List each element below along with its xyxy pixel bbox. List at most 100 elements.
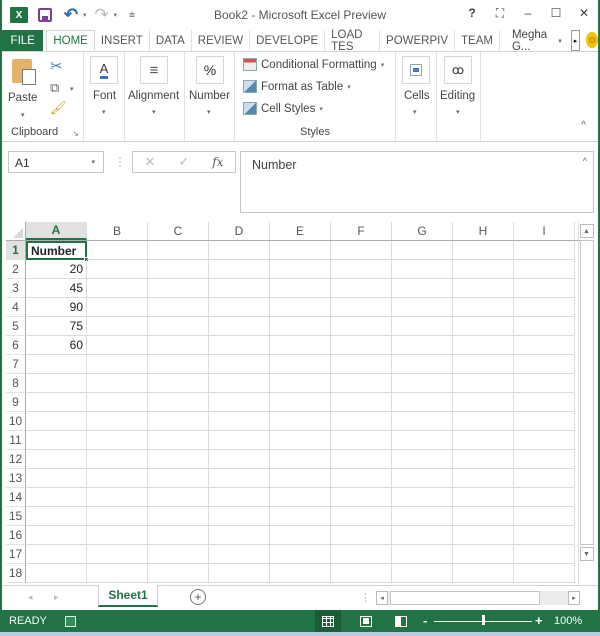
- cell-G5[interactable]: [392, 317, 453, 336]
- minimize-button[interactable]: –: [520, 4, 536, 22]
- cell-F15[interactable]: [331, 507, 392, 526]
- cell-B4[interactable]: [87, 298, 148, 317]
- cell-I3[interactable]: [514, 279, 575, 298]
- cell-E3[interactable]: [270, 279, 331, 298]
- cell-I18[interactable]: [514, 564, 575, 583]
- cell-F2[interactable]: [331, 260, 392, 279]
- scroll-down-button[interactable]: ▼: [579, 547, 594, 561]
- customize-qat-icon[interactable]: ⩧: [121, 4, 143, 26]
- cell-H3[interactable]: [453, 279, 514, 298]
- cut-icon[interactable]: ✂: [50, 57, 63, 75]
- vertical-scroll-thumb[interactable]: [579, 240, 594, 545]
- number-group[interactable]: % Number ▾: [185, 52, 235, 141]
- horizontal-scroll-thumb[interactable]: [390, 591, 540, 605]
- cell-C13[interactable]: [148, 469, 209, 488]
- cell-G18[interactable]: [392, 564, 453, 583]
- cell-A8[interactable]: [26, 374, 87, 393]
- cell-H2[interactable]: [453, 260, 514, 279]
- undo-dropdown-icon[interactable]: ▾: [83, 11, 87, 19]
- column-header[interactable]: D: [209, 222, 270, 240]
- cell-H10[interactable]: [453, 412, 514, 431]
- column-header[interactable]: H: [453, 222, 514, 240]
- cell-H15[interactable]: [453, 507, 514, 526]
- cell-B5[interactable]: [87, 317, 148, 336]
- enter-icon[interactable]: ✓: [178, 154, 189, 170]
- tab-insert[interactable]: INSERT: [95, 30, 150, 51]
- cell-H8[interactable]: [453, 374, 514, 393]
- cell-C11[interactable]: [148, 431, 209, 450]
- tab-data[interactable]: DATA: [150, 30, 192, 51]
- undo-icon[interactable]: ↶: [60, 4, 82, 26]
- cell-A12[interactable]: [26, 450, 87, 469]
- row-header[interactable]: 7: [6, 355, 26, 374]
- cell-H16[interactable]: [453, 526, 514, 545]
- cell-E18[interactable]: [270, 564, 331, 583]
- cell-A10[interactable]: [26, 412, 87, 431]
- cell-A1[interactable]: Number: [26, 241, 89, 262]
- page-layout-view-button[interactable]: [353, 610, 379, 632]
- cell-A9[interactable]: [26, 393, 87, 412]
- row-header[interactable]: 10: [6, 412, 26, 431]
- cell-C17[interactable]: [148, 545, 209, 564]
- cell-B17[interactable]: [87, 545, 148, 564]
- cell-C2[interactable]: [148, 260, 209, 279]
- cell-I4[interactable]: [514, 298, 575, 317]
- cell-D4[interactable]: [209, 298, 270, 317]
- cell-E1[interactable]: [270, 241, 331, 260]
- cell-D9[interactable]: [209, 393, 270, 412]
- cell-H13[interactable]: [453, 469, 514, 488]
- cell-F6[interactable]: [331, 336, 392, 355]
- cell-B6[interactable]: [87, 336, 148, 355]
- cell-G15[interactable]: [392, 507, 453, 526]
- cell-E13[interactable]: [270, 469, 331, 488]
- cell-E17[interactable]: [270, 545, 331, 564]
- row-header[interactable]: 4: [6, 298, 26, 317]
- row-header[interactable]: 17: [6, 545, 26, 564]
- cell-H4[interactable]: [453, 298, 514, 317]
- cell-I2[interactable]: [514, 260, 575, 279]
- cell-D3[interactable]: [209, 279, 270, 298]
- tab-file[interactable]: FILE: [2, 30, 44, 51]
- tab-team[interactable]: TEAM: [455, 30, 500, 51]
- row-header[interactable]: 9: [6, 393, 26, 412]
- cell-I6[interactable]: [514, 336, 575, 355]
- formula-input[interactable]: Number ^: [240, 151, 594, 213]
- cell-H14[interactable]: [453, 488, 514, 507]
- cell-A14[interactable]: [26, 488, 87, 507]
- cell-C4[interactable]: [148, 298, 209, 317]
- redo-icon[interactable]: ↷: [91, 4, 113, 26]
- cell-D10[interactable]: [209, 412, 270, 431]
- column-header[interactable]: F: [331, 222, 392, 240]
- cell-I11[interactable]: [514, 431, 575, 450]
- cancel-icon[interactable]: ✕: [144, 154, 155, 170]
- cell-D15[interactable]: [209, 507, 270, 526]
- cell-C7[interactable]: [148, 355, 209, 374]
- cell-F8[interactable]: [331, 374, 392, 393]
- row-header[interactable]: 11: [6, 431, 26, 450]
- cell-E12[interactable]: [270, 450, 331, 469]
- row-header[interactable]: 6: [6, 336, 26, 355]
- cell-D17[interactable]: [209, 545, 270, 564]
- scroll-up-button[interactable]: ▲: [579, 224, 594, 238]
- prev-sheet-icon[interactable]: ◂: [28, 592, 33, 603]
- cell-G10[interactable]: [392, 412, 453, 431]
- vertical-scrollbar[interactable]: ▲ ▼: [578, 222, 594, 584]
- cell-F5[interactable]: [331, 317, 392, 336]
- cell-B8[interactable]: [87, 374, 148, 393]
- zoom-slider-thumb[interactable]: [482, 615, 485, 625]
- tab-home[interactable]: HOME: [46, 30, 95, 51]
- name-box-dropdown-icon[interactable]: ▾: [91, 158, 95, 166]
- cell-I7[interactable]: [514, 355, 575, 374]
- cell-A7[interactable]: [26, 355, 87, 374]
- cell-B9[interactable]: [87, 393, 148, 412]
- cell-A15[interactable]: [26, 507, 87, 526]
- cell-F13[interactable]: [331, 469, 392, 488]
- cell-D14[interactable]: [209, 488, 270, 507]
- cell-G3[interactable]: [392, 279, 453, 298]
- row-header[interactable]: 18: [6, 564, 26, 583]
- cell-E8[interactable]: [270, 374, 331, 393]
- column-header[interactable]: I: [514, 222, 575, 240]
- row-header[interactable]: 1: [6, 241, 26, 260]
- insert-function-icon[interactable]: fx: [212, 155, 223, 169]
- cell-G12[interactable]: [392, 450, 453, 469]
